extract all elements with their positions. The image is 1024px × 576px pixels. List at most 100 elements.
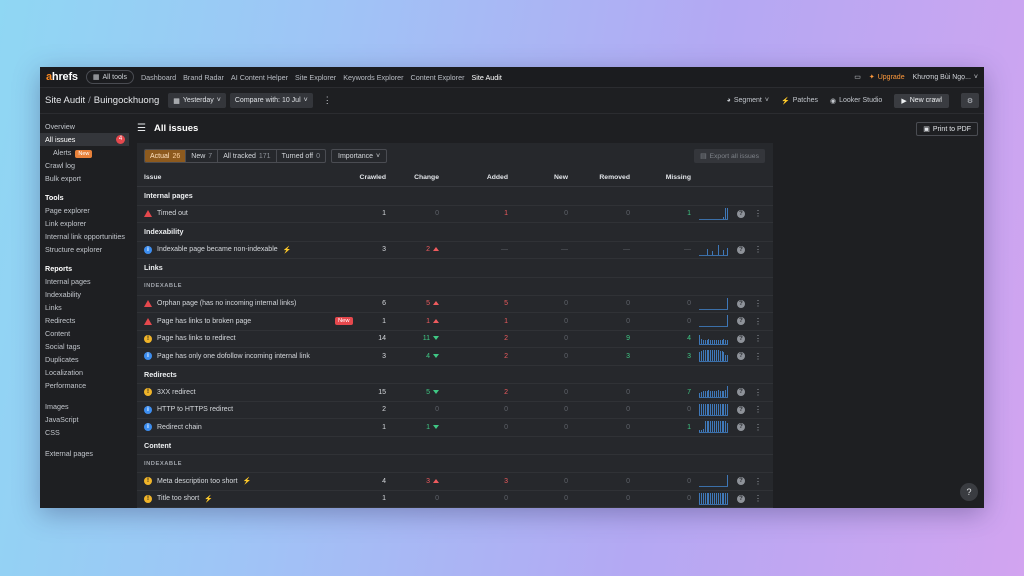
help-icon[interactable]: ? [737,209,745,218]
sidebar-item-content[interactable]: Content [40,327,132,340]
nav-brand-radar[interactable]: Brand Radar [183,73,224,82]
row-menu-icon[interactable]: ⋮ [754,494,762,503]
col-removed[interactable]: Removed [590,174,630,181]
more-options-icon[interactable]: ⋮ [323,95,332,106]
sidebar-item-social-tags[interactable]: Social tags [40,340,132,353]
breadcrumb-root[interactable]: Site Audit [45,95,85,106]
sparkline-bar [702,350,704,362]
sidebar-item-crawl-log[interactable]: Crawl log [40,159,132,172]
table-row[interactable]: ! Page has links to redirect 14 11 2 0 9 … [137,331,773,348]
nav-site-explorer[interactable]: Site Explorer [295,73,336,82]
sidebar-item-link-explorer[interactable]: Link explorer [40,217,132,230]
upgrade-button[interactable]: ✦ Upgrade [869,73,905,82]
sidebar-item-alerts[interactable]: Alerts New [40,146,132,159]
segment-dropdown[interactable]: ◕ Segment ˅ [727,97,769,104]
col-added[interactable]: Added [468,174,508,181]
help-icon[interactable]: ? [737,299,745,308]
tab-new[interactable]: New 7 [186,150,219,162]
nav-ai-content-helper[interactable]: AI Content Helper [231,73,288,82]
row-menu-icon[interactable]: ⋮ [754,477,762,486]
sidebar-item-localization[interactable]: Localization [40,366,132,379]
row-menu-icon[interactable]: ⋮ [754,299,762,308]
col-missing[interactable]: Missing [651,174,691,181]
compare-picker[interactable]: Compare with: 10 Jul ˅ [229,93,313,108]
help-icon[interactable]: ? [737,423,745,432]
help-icon[interactable]: ? [737,334,745,343]
sidebar-item-internal-link-opportunities[interactable]: Internal link opportunities [40,230,132,243]
sparkline-bar [710,390,712,398]
tab-actual[interactable]: Actual 26 [145,150,187,162]
all-tools-button[interactable]: ▦ All tools [85,70,134,84]
ahrefs-logo[interactable]: ahrefs [46,71,78,83]
row-menu-icon[interactable]: ⋮ [754,423,762,432]
looker-studio-button[interactable]: ◉ Looker Studio [830,97,882,105]
help-icon[interactable]: ? [737,388,745,397]
table-row[interactable]: ! Meta description too short ⚡ 4 3 3 0 0 0… [137,473,773,491]
sidebar-item-overview[interactable]: Overview [40,120,132,133]
help-icon[interactable]: ? [737,317,745,326]
monitor-icon[interactable]: ▭ [854,73,861,81]
sidebar-item-structure-explorer[interactable]: Structure explorer [40,243,132,256]
table-row[interactable]: ! 3XX redirect 15 5 2 0 0 7 ? ⋮ [137,384,773,402]
help-icon[interactable]: ? [737,494,745,503]
export-all-issues-button[interactable]: ▤ Export all issues [694,149,765,163]
table-row[interactable]: ! Title too short ⚡ 1 0 0 0 0 0 ? ⋮ [137,491,773,508]
sidebar-item-javascript[interactable]: JavaScript [40,413,132,426]
table-row[interactable]: i Indexable page became non-indexable ⚡ 3 … [137,242,773,259]
subsection-indexable: INDEXABLE [137,455,773,473]
sidebar-item-links[interactable]: Links [40,301,132,314]
issue-filter-tabs: Actual 26 New 7 All tracked 171 Turned off 0 [144,149,326,163]
sidebar-item-bulk-export[interactable]: Bulk export [40,172,132,185]
help-icon[interactable]: ? [737,477,745,486]
sparkline-bar [712,251,713,255]
help-icon[interactable]: ? [737,405,745,414]
importance-dropdown[interactable]: Importance ˅ [331,149,388,163]
sidebar-item-all-issues[interactable]: All issues 4 [40,133,129,146]
tab-all-tracked[interactable]: All tracked 171 [218,150,277,162]
sidebar-item-images[interactable]: Images [40,400,132,413]
row-menu-icon[interactable]: ⋮ [754,352,762,361]
sidebar-item-duplicates[interactable]: Duplicates [40,353,132,366]
col-crawled[interactable]: Crawled [346,174,386,181]
date-picker[interactable]: ▦ Yesterday ˅ [168,93,226,108]
menu-icon[interactable]: ☰ [137,123,146,134]
nav-keywords-explorer[interactable]: Keywords Explorer [343,73,403,82]
row-menu-icon[interactable]: ⋮ [754,405,762,414]
col-issue[interactable]: Issue [144,174,161,181]
sidebar-item-redirects[interactable]: Redirects [40,314,132,327]
settings-button[interactable]: ⚙ [961,93,979,108]
help-chat-button[interactable]: ? [960,483,978,501]
row-menu-icon[interactable]: ⋮ [754,245,762,254]
row-menu-icon[interactable]: ⋮ [754,334,762,343]
table-row[interactable]: Page has links to broken page New 1 1 1 … [137,313,773,331]
nav-site-audit[interactable]: Site Audit [471,73,501,82]
nav-content-explorer[interactable]: Content Explorer [411,73,465,82]
breadcrumb-project[interactable]: Buingockhuong [94,95,160,106]
table-row[interactable]: i Redirect chain 1 1 0 0 0 1 ? ⋮ [137,419,773,437]
help-icon[interactable]: ? [737,352,745,361]
help-icon[interactable]: ? [737,245,745,254]
row-menu-icon[interactable]: ⋮ [754,388,762,397]
table-row[interactable]: i HTTP to HTTPS redirect 2 0 0 0 0 0 ? ⋮ [137,402,773,419]
col-new[interactable]: New [528,174,568,181]
new-crawl-button[interactable]: ▶ New crawl [894,93,949,108]
nav-dashboard[interactable]: Dashboard [141,73,176,82]
table-row[interactable]: Orphan page (has no incoming internal li… [137,296,773,313]
row-menu-icon[interactable]: ⋮ [754,317,762,326]
sidebar-item-internal-pages[interactable]: Internal pages [40,275,132,288]
tab-turned-off[interactable]: Turned off 0 [277,150,325,162]
sidebar-item-performance[interactable]: Performance [40,379,132,392]
col-change[interactable]: Change [399,174,439,181]
bolt-icon: ⚡ [282,246,292,254]
patches-button[interactable]: ⚡ Patches [781,97,818,105]
sidebar-item-css[interactable]: CSS [40,426,132,439]
sidebar-item-external-pages[interactable]: External pages [40,447,132,460]
user-menu[interactable]: Khương Bùi Ngọ... ˅ [913,74,978,81]
row-menu-icon[interactable]: ⋮ [754,209,762,218]
sidebar-item-page-explorer[interactable]: Page explorer [40,204,132,217]
table-row[interactable]: i Page has only one dofollow incoming int… [137,348,773,366]
print-to-pdf-button[interactable]: ▣ Print to PDF [916,122,978,136]
table-row[interactable]: Timed out 1 0 1 0 0 1 ? ⋮ [137,206,773,223]
sidebar-item-indexability[interactable]: Indexability [40,288,132,301]
